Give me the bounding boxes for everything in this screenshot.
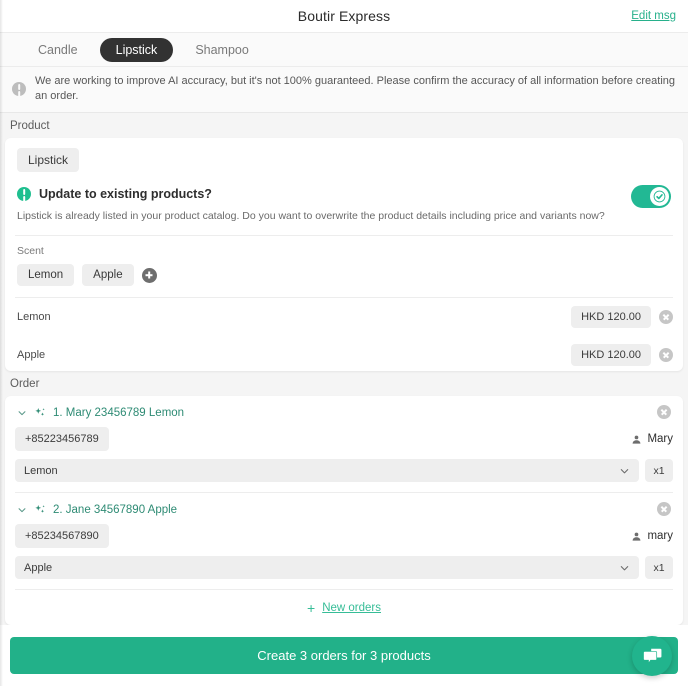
update-title: Update to existing products? xyxy=(39,186,212,201)
order-variant-row: Lemon x1 xyxy=(15,459,673,492)
page-title: Boutir Express xyxy=(297,8,391,24)
order-customer-name: mary xyxy=(647,530,673,543)
order-customer: mary xyxy=(631,530,673,542)
update-existing-products-block: Update to existing products? Lipstick is… xyxy=(5,181,683,236)
order-phone-row: +85234567890 mary xyxy=(15,524,673,556)
toggle-knob xyxy=(650,186,669,206)
variant-price-input[interactable]: HKD 120.00 xyxy=(571,344,651,367)
product-card: Lipstick Update to existing products? Li… xyxy=(5,137,683,372)
order-row: 1. Mary 23456789 Lemon +85223456789 Mary xyxy=(5,396,683,494)
order-phone-input[interactable]: +85234567890 xyxy=(15,524,109,549)
ai-accuracy-notice: We are working to improve AI accuracy, b… xyxy=(0,67,688,113)
remove-order-icon[interactable] xyxy=(657,404,671,419)
chevron-down-icon[interactable] xyxy=(17,408,27,418)
product-section-label: Product xyxy=(10,119,50,132)
chat-bubbles-icon xyxy=(642,648,661,665)
order-variant-value: Apple xyxy=(24,561,53,574)
update-products-toggle[interactable] xyxy=(631,184,671,208)
variant-chip-lemon[interactable]: Lemon xyxy=(17,264,75,287)
remove-variant-icon[interactable] xyxy=(659,348,673,363)
new-orders-button[interactable]: + New orders xyxy=(5,590,683,625)
product-name-row: Lipstick xyxy=(5,138,683,181)
order-header[interactable]: 2. Jane 34567890 Apple xyxy=(15,493,673,524)
notice-text: We are working to improve AI accuracy, b… xyxy=(35,75,676,102)
ai-sparkle-icon xyxy=(35,408,45,416)
order-variant-value: Lemon xyxy=(24,464,58,477)
remove-order-icon[interactable] xyxy=(657,501,671,516)
product-tabs: Candle Lipstick Shampoo xyxy=(0,33,688,67)
content-scroll-area: Product Lipstick Update to existing prod… xyxy=(0,112,688,686)
person-icon xyxy=(633,532,641,541)
tab-lipstick[interactable]: Lipstick xyxy=(99,37,174,62)
person-icon xyxy=(633,435,641,444)
order-row: 2. Jane 34567890 Apple +85234567890 mary xyxy=(5,493,683,591)
order-variant-select[interactable]: Apple xyxy=(15,556,639,580)
variant-price-row: Apple HKD 120.00 xyxy=(5,336,683,371)
order-phone-input[interactable]: +85223456789 xyxy=(15,427,109,452)
order-variant-row: Apple x1 xyxy=(15,556,673,589)
chat-fab-button[interactable] xyxy=(632,636,672,676)
variant-price-name: Lemon xyxy=(17,311,51,324)
update-header: Update to existing products? xyxy=(17,186,671,201)
variant-group-label: Scent xyxy=(17,245,44,258)
app-header: Boutir Express Edit msg xyxy=(0,0,688,33)
chevron-down-icon[interactable] xyxy=(619,465,630,476)
order-title[interactable]: 1. Mary 23456789 Lemon xyxy=(53,407,184,419)
order-variant-select[interactable]: Lemon xyxy=(15,459,639,483)
variant-price-name: Apple xyxy=(17,349,46,362)
variant-chip-row: Lemon Apple xyxy=(5,257,683,297)
check-icon xyxy=(653,190,666,203)
tab-candle[interactable]: Candle xyxy=(22,38,94,62)
alert-circle-icon xyxy=(17,186,31,201)
remove-variant-icon[interactable] xyxy=(659,310,673,325)
order-phone-row: +85223456789 Mary xyxy=(15,427,673,459)
order-customer-name: Mary xyxy=(647,433,673,446)
order-title[interactable]: 2. Jane 34567890 Apple xyxy=(53,504,177,516)
edit-msg-link[interactable]: Edit msg xyxy=(631,10,676,22)
chevron-down-icon[interactable] xyxy=(17,505,27,515)
order-quantity-input[interactable]: x1 xyxy=(645,459,673,483)
cta-container: Create 3 orders for 3 products xyxy=(0,625,688,686)
variant-price-input[interactable]: HKD 120.00 xyxy=(571,306,651,329)
info-circle-icon xyxy=(12,81,26,96)
update-description: Lipstick is already listed in your produ… xyxy=(17,209,605,222)
order-quantity-input[interactable]: x1 xyxy=(645,556,673,580)
chevron-down-icon[interactable] xyxy=(619,562,630,573)
create-orders-button[interactable]: Create 3 orders for 3 products xyxy=(10,637,678,674)
variant-chip-apple[interactable]: Apple xyxy=(82,264,134,287)
order-customer: Mary xyxy=(631,433,673,445)
plus-circle-icon[interactable] xyxy=(141,267,157,283)
variant-price-row: Lemon HKD 120.00 xyxy=(5,298,683,336)
plus-icon: + xyxy=(307,600,316,617)
order-header[interactable]: 1. Mary 23456789 Lemon xyxy=(15,396,673,427)
ai-sparkle-icon xyxy=(35,505,45,513)
order-card: 1. Mary 23456789 Lemon +85223456789 Mary xyxy=(5,396,683,625)
product-name-chip[interactable]: Lipstick xyxy=(17,147,80,172)
new-orders-label: New orders xyxy=(322,602,381,615)
order-section-label: Order xyxy=(10,378,40,391)
app-root: Boutir Express Edit msg Candle Lipstick … xyxy=(0,0,688,686)
tab-shampoo[interactable]: Shampoo xyxy=(179,38,265,62)
